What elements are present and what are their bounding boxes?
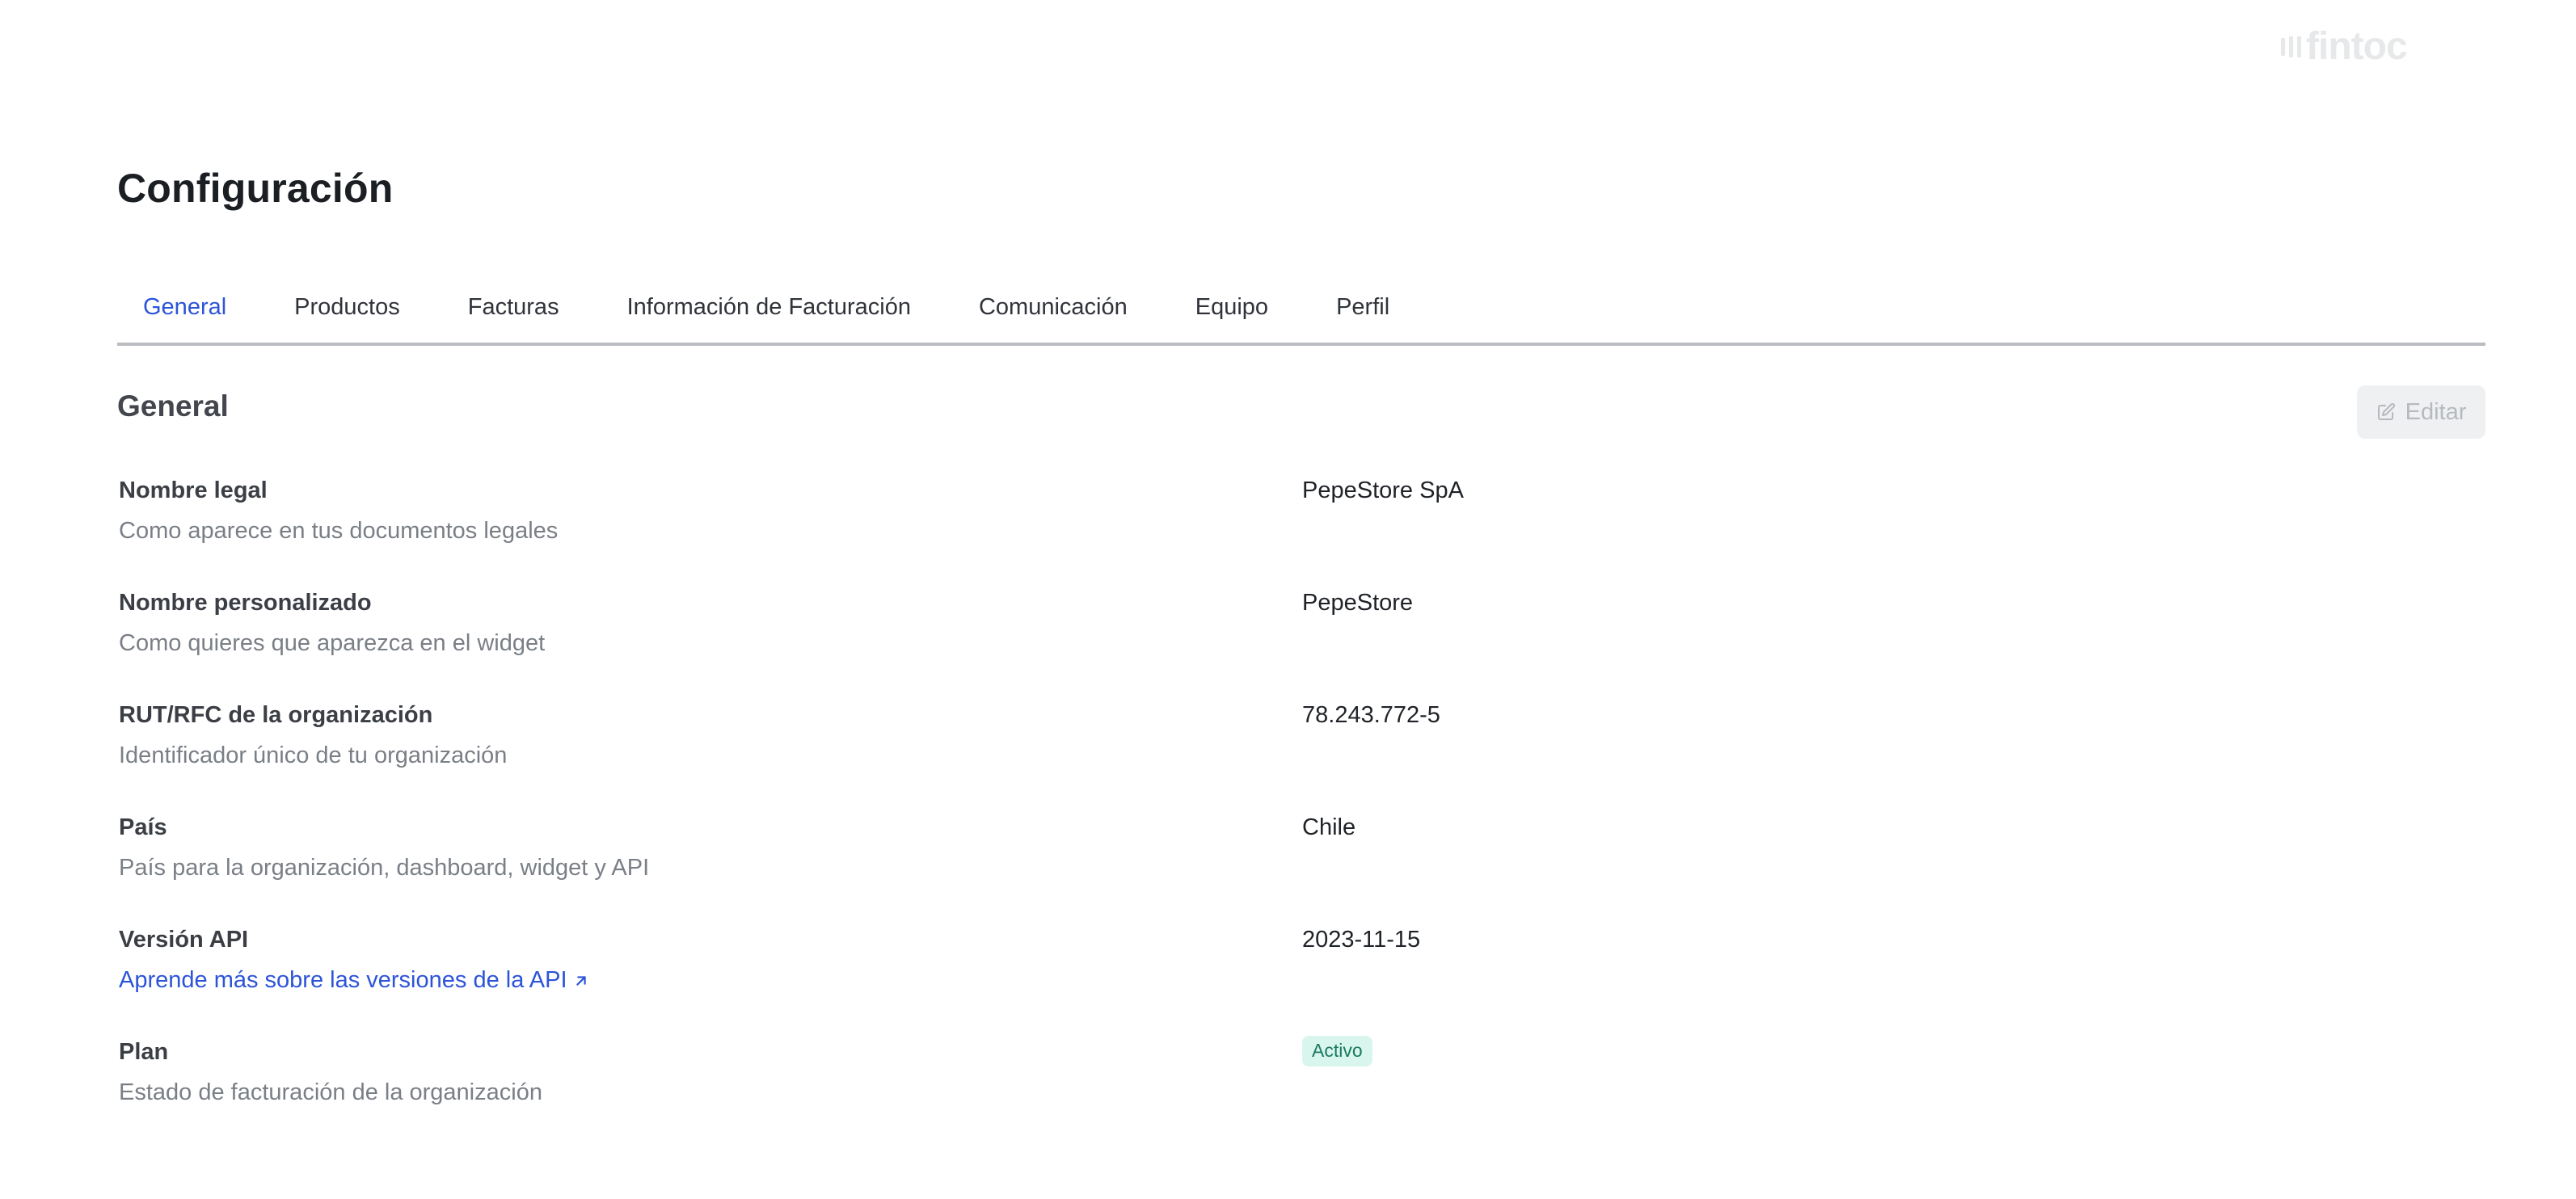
- status-badge: Activo: [1302, 1036, 1372, 1066]
- settings-tabs: General Productos Facturas Información d…: [117, 275, 2485, 346]
- tab-general[interactable]: General: [143, 275, 226, 321]
- fintoc-logo-mark-icon: [2281, 36, 2301, 57]
- settings-page: fintoc Configuración General Productos F…: [0, 0, 2576, 1199]
- row-label: País: [119, 814, 167, 840]
- row-label: RUT/RFC de la organización: [119, 702, 433, 728]
- tab-perfil[interactable]: Perfil: [1336, 275, 1389, 321]
- row-version-api: Versión API Aprende más sobre las versio…: [119, 927, 2487, 1016]
- row-nombre-legal: Nombre legal Como aparece en tus documen…: [119, 477, 2487, 566]
- external-arrow-icon: [575, 975, 586, 986]
- row-description: Como quieres que aparezca en el widget: [119, 630, 546, 656]
- row-plan: Plan Estado de facturación de la organiz…: [119, 1036, 2487, 1128]
- row-rut-rfc: RUT/RFC de la organización Identificador…: [119, 702, 2487, 791]
- row-value: PepeStore: [1302, 590, 1414, 616]
- tab-facturas[interactable]: Facturas: [468, 275, 559, 321]
- row-description: País para la organización, dashboard, wi…: [119, 855, 650, 881]
- row-nombre-personalizado: Nombre personalizado Como quieres que ap…: [119, 590, 2487, 679]
- row-label: Versión API: [119, 927, 249, 953]
- tab-equipo[interactable]: Equipo: [1195, 275, 1268, 321]
- edit-button-label: Editar: [2405, 398, 2467, 425]
- row-value: 2023-11-15: [1302, 927, 1421, 953]
- edit-icon: [2377, 402, 2395, 420]
- row-value: 78.243.772-5: [1302, 702, 1440, 728]
- api-versions-link[interactable]: Aprende más sobre las versiones de la AP…: [119, 967, 590, 994]
- fintoc-logo: fintoc: [2281, 25, 2408, 68]
- row-label: Nombre legal: [119, 477, 268, 503]
- row-description: Identificador único de tu organización: [119, 743, 508, 768]
- tab-informacion-facturacion[interactable]: Información de Facturación: [627, 275, 911, 321]
- row-description: Estado de facturación de la organización: [119, 1079, 542, 1105]
- edit-button[interactable]: Editar: [2357, 385, 2485, 439]
- row-label: Plan: [119, 1039, 169, 1065]
- row-pais: País País para la organización, dashboar…: [119, 814, 2487, 903]
- row-value: PepeStore SpA: [1302, 477, 1464, 503]
- tab-comunicacion[interactable]: Comunicación: [979, 275, 1128, 321]
- api-versions-link-text: Aprende más sobre las versiones de la AP…: [119, 967, 567, 993]
- section-title: General: [117, 389, 229, 423]
- row-value: Chile: [1302, 814, 1356, 840]
- row-label: Nombre personalizado: [119, 590, 372, 616]
- page-title: Configuración: [117, 166, 394, 211]
- tab-productos[interactable]: Productos: [294, 275, 400, 321]
- row-description: Como aparece en tus documentos legales: [119, 518, 559, 544]
- logo-text: fintoc: [2306, 25, 2408, 68]
